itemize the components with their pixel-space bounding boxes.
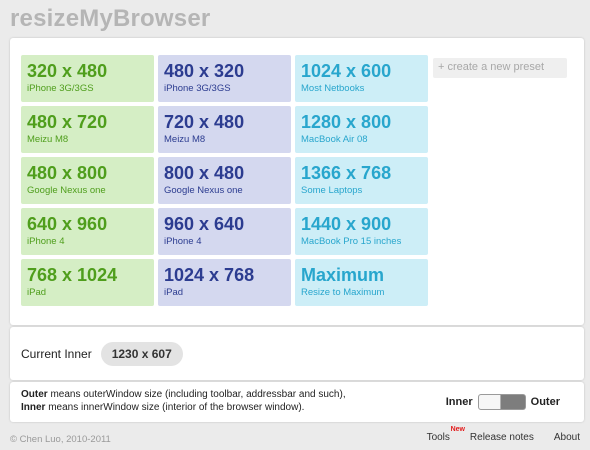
preset-1366x768[interactable]: 1366 x 768 Some Laptops [295,157,428,204]
preset-480x320[interactable]: 480 x 320 iPhone 3G/3GS [158,55,291,102]
footer-links: Tools New Release notes About [407,426,580,443]
preset-size-label: 1024 x 768 [164,265,255,285]
release-notes-link[interactable]: Release notes [470,432,534,443]
preset-device-label: MacBook Pro 15 inches [301,236,402,247]
preset-720x480[interactable]: 720 x 480 Meizu M8 [158,106,291,153]
footer-copyright: © Chen Luo, 2010-2011 [10,434,111,445]
legend-text: Outer means outerWindow size (including … [21,388,346,414]
toggle-knob[interactable] [478,395,501,409]
legend-panel: Outer means outerWindow size (including … [10,382,584,422]
preset-size-label: 1366 x 768 [301,163,392,183]
new-badge: New [450,426,465,433]
preset-480x720[interactable]: 480 x 720 Meizu M8 [21,106,154,153]
legend-outer-term: Outer [21,389,48,400]
preset-size-label: 1024 x 600 [301,61,392,81]
preset-1024x600[interactable]: 1024 x 600 Most Netbooks [295,55,428,102]
preset-1024x768[interactable]: 1024 x 768 iPad [158,259,291,306]
current-inner-value: 1230 x 607 [100,341,183,366]
preset-device-label: iPhone 3G/3GS [27,83,94,94]
preset-size-label: 480 x 720 [27,112,108,132]
tools-link[interactable]: Tools New [427,426,465,443]
create-preset-button[interactable]: + create a new preset [433,58,567,78]
legend-inner-line: Inner means innerWindow size (interior o… [21,401,346,414]
inner-outer-toggle-group: Inner Outer [446,394,560,410]
legend-inner-desc: means innerWindow size (interior of the … [45,402,305,413]
preset-1280x800[interactable]: 1280 x 800 MacBook Air 08 [295,106,428,153]
toggle-inner-label: Inner [445,396,473,408]
preset-960x640[interactable]: 960 x 640 iPhone 4 [158,208,291,255]
preset-device-label: iPad [164,287,184,298]
preset-size-label: 960 x 640 [164,214,245,234]
preset-800x480[interactable]: 800 x 480 Google Nexus one [158,157,291,204]
preset-size-label: 768 x 1024 [27,265,118,285]
current-size-panel: Current Inner 1230 x 607 [10,327,584,380]
preset-size-label: 480 x 800 [27,163,108,183]
preset-size-label: Maximum [301,265,385,285]
inner-outer-toggle[interactable] [477,394,526,410]
legend-inner-term: Inner [21,402,46,413]
tools-link-label[interactable]: Tools [427,432,450,443]
preset-device-label: iPhone 3G/3GS [164,83,231,94]
preset-size-label: 720 x 480 [164,112,245,132]
preset-size-label: 1280 x 800 [301,112,392,132]
preset-device-label: Most Netbooks [301,83,365,94]
preset-maximum[interactable]: Maximum Resize to Maximum [295,259,428,306]
preset-size-label: 320 x 480 [27,61,108,81]
preset-size-label: 800 x 480 [164,163,245,183]
preset-device-label: iPad [27,287,47,298]
preset-device-label: MacBook Air 08 [301,134,368,145]
preset-768x1024[interactable]: 768 x 1024 iPad [21,259,154,306]
preset-device-label: Some Laptops [301,185,363,196]
preset-device-label: Google Nexus one [27,185,106,196]
current-inner-label: Current Inner [21,346,92,361]
about-link[interactable]: About [554,432,580,443]
preset-size-label: 480 x 320 [164,61,245,81]
preset-device-label: iPhone 4 [27,236,65,247]
preset-device-label: iPhone 4 [164,236,202,247]
presets-panel: 320 x 480 iPhone 3G/3GS 480 x 320 iPhone 3G… [10,38,584,325]
preset-device-label: Meizu M8 [164,134,206,145]
preset-1440x900[interactable]: 1440 x 900 MacBook Pro 15 inches [295,208,428,255]
legend-outer-desc: means outerWindow size (including toolba… [47,389,346,400]
toggle-outer-label: Outer [530,396,560,408]
preset-device-label: Meizu M8 [27,134,69,145]
app-title: resizeMyBrowser [10,5,211,32]
preset-size-label: 640 x 960 [27,214,108,234]
preset-480x800[interactable]: 480 x 800 Google Nexus one [21,157,154,204]
preset-device-label: Google Nexus one [164,185,243,196]
preset-grid: 320 x 480 iPhone 3G/3GS 480 x 320 iPhone 3G… [21,55,428,306]
preset-device-label: Resize to Maximum [301,287,385,298]
preset-640x960[interactable]: 640 x 960 iPhone 4 [21,208,154,255]
preset-320x480[interactable]: 320 x 480 iPhone 3G/3GS [21,55,154,102]
legend-outer-line: Outer means outerWindow size (including … [21,388,346,401]
preset-size-label: 1440 x 900 [301,214,392,234]
